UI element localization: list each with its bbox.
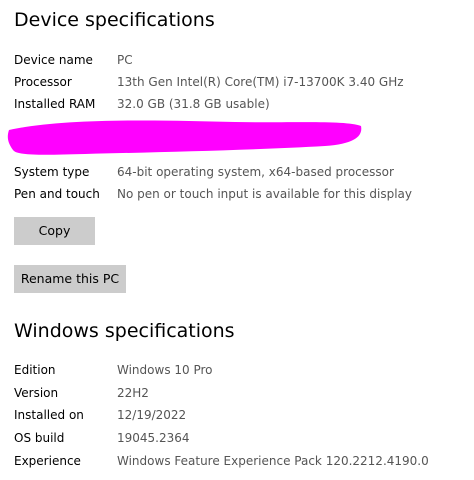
spec-label: Installed RAM: [14, 97, 96, 111]
spec-label: Version: [14, 386, 59, 400]
spec-value: Windows 10 Pro: [117, 363, 213, 377]
spec-value: 13th Gen Intel(R) Core(TM) i7-13700K 3.4…: [117, 75, 404, 89]
spec-label: System type: [14, 165, 90, 179]
redaction-scribble: [7, 120, 362, 155]
spec-value: 32.0 GB (31.8 GB usable): [117, 97, 270, 111]
spec-label: OS build: [14, 431, 65, 445]
spec-value: PC: [117, 53, 133, 67]
spec-label: Installed on: [14, 408, 84, 422]
spec-label: Experience: [14, 454, 81, 468]
copy-button[interactable]: Copy: [14, 217, 95, 245]
spec-value: 64-bit operating system, x64-based proce…: [117, 165, 394, 179]
spec-label: Device name: [14, 53, 93, 67]
spec-value: 19045.2364: [117, 431, 190, 445]
device-specifications-heading: Device specifications: [14, 9, 215, 31]
spec-value: 22H2: [117, 386, 149, 400]
redaction-mark: [7, 120, 362, 155]
spec-value: Windows Feature Experience Pack 120.2212…: [117, 454, 429, 468]
spec-value: No pen or touch input is available for t…: [117, 187, 413, 201]
windows-specifications-heading: Windows specifications: [14, 320, 235, 342]
about-page: Device specifications Device name PC Pro…: [0, 0, 474, 480]
spec-label: Processor: [14, 75, 72, 89]
spec-label: Pen and touch: [14, 187, 100, 201]
spec-value: 12/19/2022: [117, 408, 187, 422]
rename-pc-button[interactable]: Rename this PC: [14, 265, 126, 293]
spec-label: Edition: [14, 363, 56, 377]
